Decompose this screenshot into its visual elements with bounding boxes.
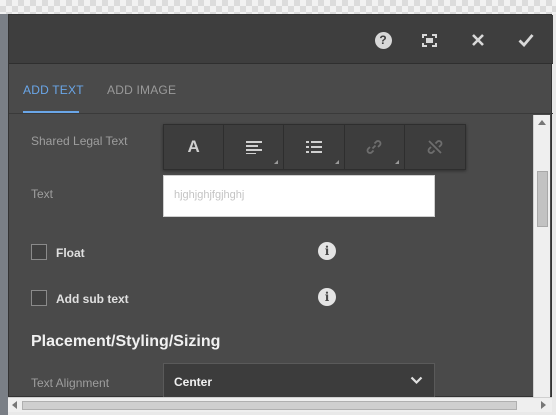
tab-bar: ADD TEXT ADD IMAGE [9,65,553,114]
add-sub-text-checkbox[interactable] [31,290,47,306]
float-checkbox[interactable] [31,244,47,260]
tab-add-image[interactable]: ADD IMAGE [107,83,176,97]
chevron-down-icon [394,160,399,164]
lists-button[interactable] [284,125,345,169]
fullscreen-button[interactable] [418,29,440,51]
horizontal-scroll-thumb[interactable] [22,401,517,410]
info-icon[interactable]: i [318,288,336,306]
info-icon[interactable]: i [318,242,336,260]
format-button[interactable]: A [164,125,225,169]
format-text-icon: A [187,137,200,156]
rich-text-dialog: ? ADD TEXT ADD IMAGE Shared Legal Text A… [8,14,553,398]
checkmark-icon [518,34,534,47]
scroll-up-arrow-icon[interactable] [538,120,546,125]
done-button[interactable] [515,29,537,51]
help-button[interactable]: ? [372,29,394,51]
add-sub-text-label: Add sub text [56,292,129,306]
close-button[interactable] [467,29,489,51]
rich-text-toolbar: A [163,124,466,170]
horizontal-scrollbar[interactable] [8,397,552,412]
close-icon [472,34,484,46]
text-label: Text [31,187,54,201]
scroll-left-arrow-icon[interactable] [12,401,17,409]
fullscreen-icon [421,33,437,47]
link-button[interactable] [345,125,405,169]
bulleted-list-icon [306,140,322,153]
unlink-button[interactable] [405,125,465,169]
chevron-down-icon [334,160,339,164]
vertical-scrollbar[interactable] [533,115,550,398]
page-background-left [0,14,8,415]
text-alignment-label: Text Alignment [31,376,110,390]
scroll-right-arrow-icon[interactable] [541,401,546,409]
section-title: Placement/Styling/Sizing [31,333,221,350]
text-alignment-value: Center [174,375,213,389]
dialog-header: ? [9,15,553,64]
chevron-down-icon [410,376,423,385]
shared-legal-text-label: Shared Legal Text [31,134,128,148]
text-field[interactable]: hjghjghjfgjhghj [163,175,435,217]
tab-add-text[interactable]: ADD TEXT [23,83,84,97]
align-left-icon [245,140,262,154]
unlink-icon [427,140,443,154]
question-circle-icon: ? [374,31,392,49]
justify-button[interactable] [224,125,285,169]
text-alignment-select[interactable]: Center [163,363,435,398]
float-label: Float [56,246,85,260]
active-tab-indicator [23,111,79,113]
page-background [0,0,556,14]
chevron-down-icon [274,160,279,164]
vertical-scroll-thumb[interactable] [537,171,548,227]
link-icon [366,140,382,154]
